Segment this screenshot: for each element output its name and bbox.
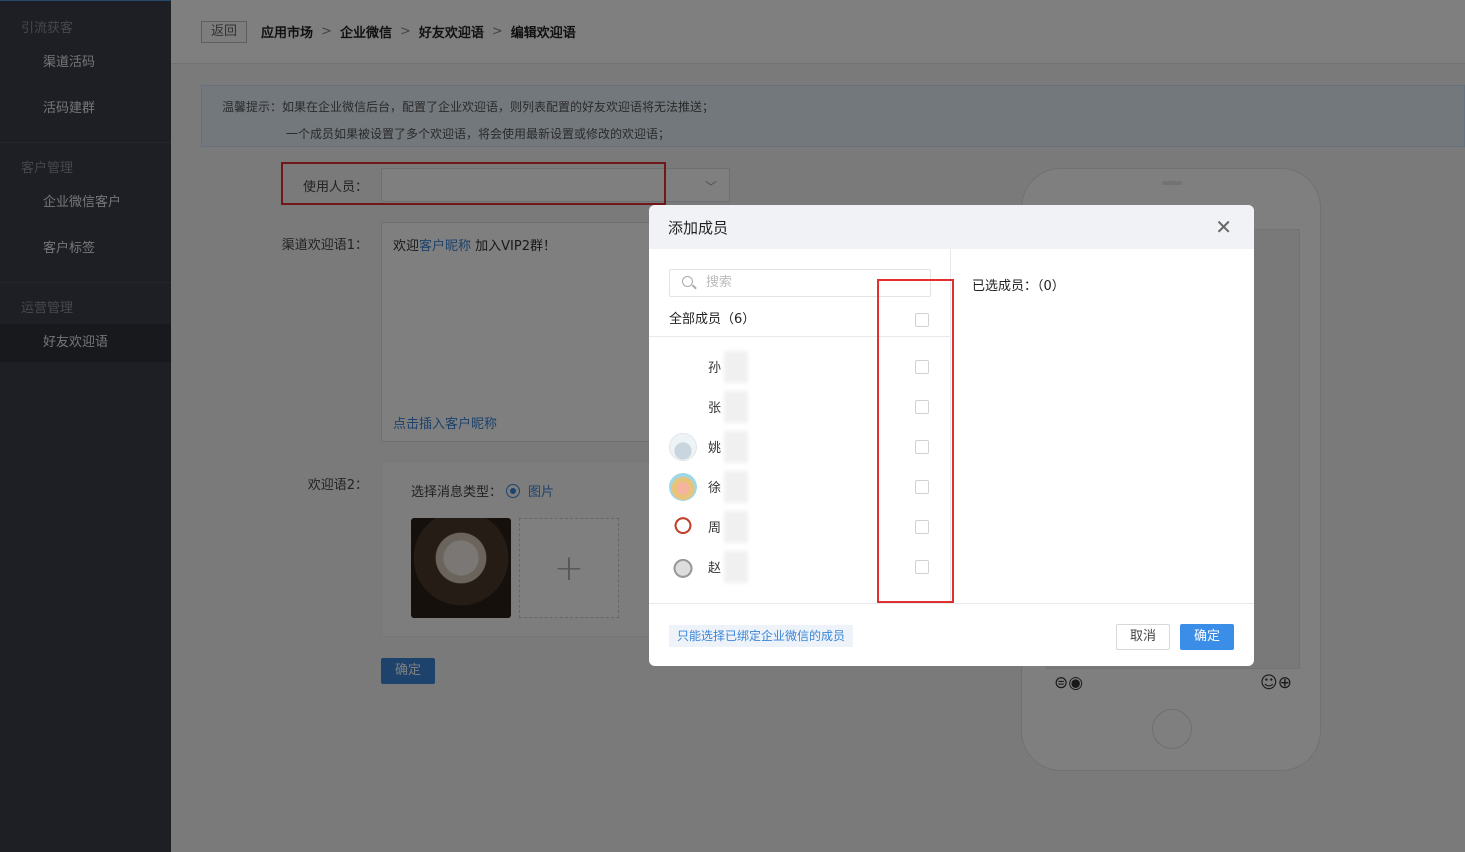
blurred-name [724, 351, 748, 383]
all-members-label: 全部成员（6） [669, 312, 756, 327]
blurred-name [724, 431, 748, 463]
ok-button[interactable]: 确定 [1180, 624, 1234, 650]
member-name: 周 [708, 521, 722, 536]
avatar [669, 473, 697, 501]
blurred-name [724, 471, 748, 503]
modal-header: 添加成员 ✕ [649, 205, 1254, 249]
search-icon [682, 276, 693, 287]
avatar [669, 433, 697, 461]
member-name: 赵 [708, 561, 722, 576]
member-name: 姚 [708, 441, 722, 456]
cancel-button[interactable]: 取消 [1116, 624, 1170, 650]
blurred-name [724, 391, 748, 423]
member-name: 张 [708, 401, 722, 416]
bind-hint: 只能选择已绑定企业微信的成员 [669, 625, 854, 647]
modal-footer: 只能选择已绑定企业微信的成员 取消 确定 [649, 603, 1254, 666]
search-placeholder: 搜索 [706, 275, 733, 290]
blurred-name [724, 551, 748, 583]
close-icon[interactable]: ✕ [1215, 215, 1232, 239]
highlight-box [877, 279, 954, 603]
blurred-name [724, 511, 748, 543]
modal-title: 添加成员 [668, 218, 729, 237]
selected-members-label: 已选成员：（0） [972, 279, 1065, 294]
avatar [669, 553, 697, 581]
member-name: 徐 [708, 481, 722, 496]
member-name: 孙 [708, 361, 722, 376]
avatar [669, 513, 697, 541]
